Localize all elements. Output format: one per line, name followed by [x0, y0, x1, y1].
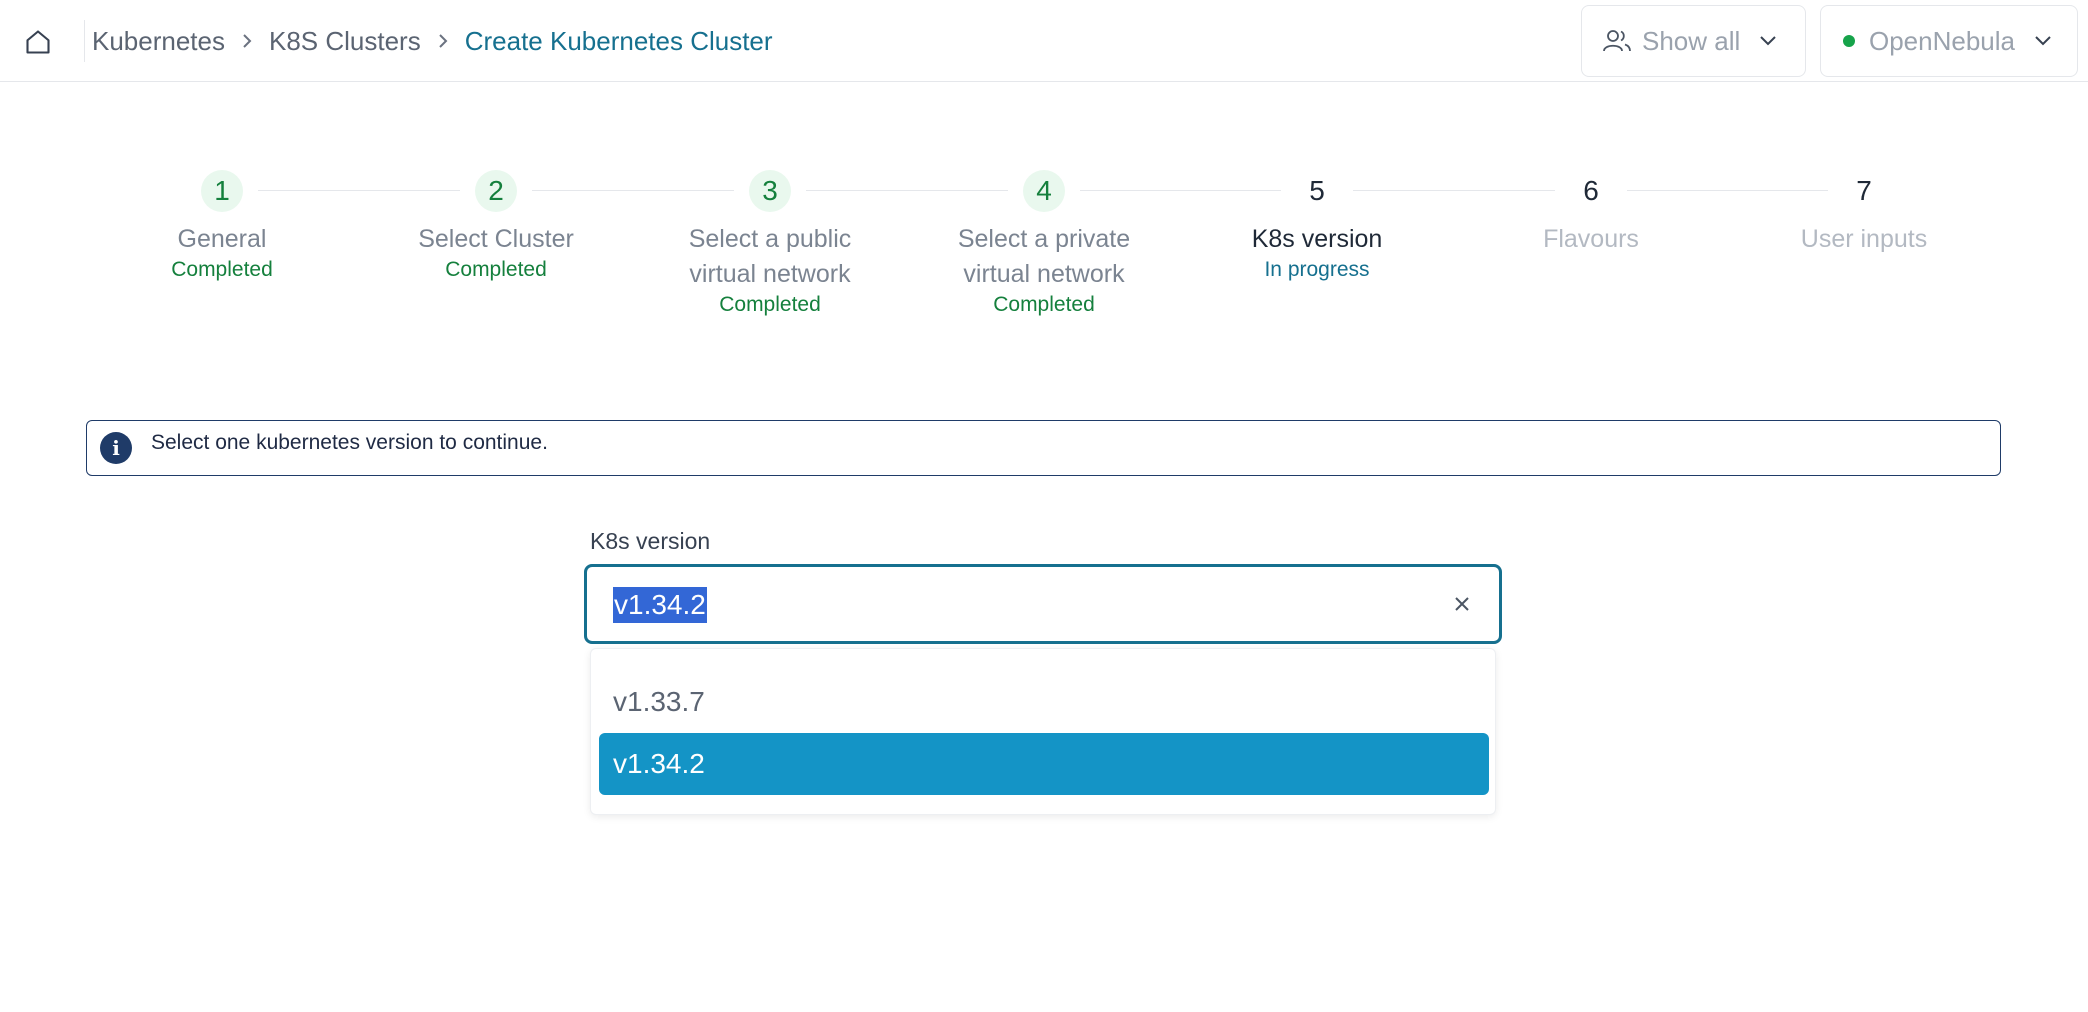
breadcrumb: Kubernetes K8S Clusters Create Kubernete… — [92, 20, 773, 62]
chevron-right-icon — [239, 31, 255, 51]
step-label: Flavours — [1543, 225, 1639, 253]
close-icon — [1455, 597, 1469, 611]
chevron-right-icon — [435, 31, 451, 51]
home-button[interactable] — [20, 24, 56, 60]
step-label: Select a private virtual network — [957, 225, 1131, 288]
step-7[interactable]: 7 User inputs — [1744, 170, 1984, 257]
step-label: Select Cluster — [418, 225, 574, 253]
info-icon: i — [100, 432, 132, 464]
step-number: 4 — [1023, 170, 1065, 212]
step-number: 6 — [1583, 175, 1599, 206]
k8s-version-label: K8s version — [590, 528, 711, 554]
status-dot — [1843, 35, 1855, 47]
k8s-version-listbox: v1.33.7 v1.34.2 — [590, 648, 1496, 815]
stepper: 1 General Completed 2 Select Cluster Complete… — [0, 170, 2088, 330]
step-status: Completed — [719, 293, 821, 316]
step-2[interactable]: 2 Select Cluster Completed — [376, 170, 616, 283]
breadcrumb-current: Create Kubernetes Cluster — [464, 25, 773, 56]
step-5[interactable]: 5 K8s version In progress — [1197, 170, 1437, 283]
k8s-version-input[interactable]: v1.34.2 — [613, 587, 707, 623]
group-filter-button[interactable]: Show all — [1581, 5, 1806, 77]
step-status: Completed — [993, 293, 1095, 316]
option-v1-33-7[interactable]: v1.33.7 — [599, 671, 1489, 733]
k8s-version-combobox[interactable]: v1.34.2 — [584, 564, 1502, 644]
info-message: Select one kubernetes version to continu… — [151, 431, 548, 454]
home-icon — [26, 30, 50, 54]
step-status: Completed — [171, 258, 273, 281]
step-number: 3 — [749, 170, 791, 212]
step-6[interactable]: 6 Flavours — [1471, 170, 1711, 257]
step-3[interactable]: 3 Select a public virtual network Complete… — [650, 170, 890, 318]
step-number: 1 — [201, 170, 243, 212]
breadcrumb-kubernetes[interactable]: Kubernetes — [92, 26, 225, 57]
step-number: 7 — [1856, 175, 1872, 206]
breadcrumb-k8s-clusters[interactable]: K8S Clusters — [269, 26, 421, 57]
step-1[interactable]: 1 General Completed — [102, 170, 342, 283]
step-4[interactable]: 4 Select a private virtual network Complet… — [924, 170, 1164, 318]
chevron-down-icon — [1758, 34, 1778, 48]
step-label: K8s version — [1251, 225, 1383, 253]
clear-button[interactable] — [1447, 589, 1477, 619]
zone-selector[interactable]: OpenNebula — [1820, 5, 2078, 77]
top-bar: Kubernetes K8S Clusters Create Kubernete… — [0, 0, 2088, 82]
chevron-down-icon — [2033, 34, 2053, 48]
step-number: 2 — [475, 170, 517, 212]
option-v1-34-2[interactable]: v1.34.2 — [599, 733, 1489, 795]
step-status: In progress — [1264, 258, 1370, 281]
step-number: 5 — [1309, 175, 1325, 206]
group-filter-label: Show all — [1642, 25, 1741, 56]
users-icon — [1603, 30, 1631, 52]
step-label: General — [177, 225, 267, 253]
step-label: Select a public virtual network — [688, 225, 852, 288]
divider — [84, 20, 85, 62]
step-label: User inputs — [1800, 225, 1928, 253]
zone-label: OpenNebula — [1869, 25, 2015, 56]
info-banner: i Select one kubernetes version to conti… — [86, 420, 2001, 476]
step-status: Completed — [445, 258, 547, 281]
